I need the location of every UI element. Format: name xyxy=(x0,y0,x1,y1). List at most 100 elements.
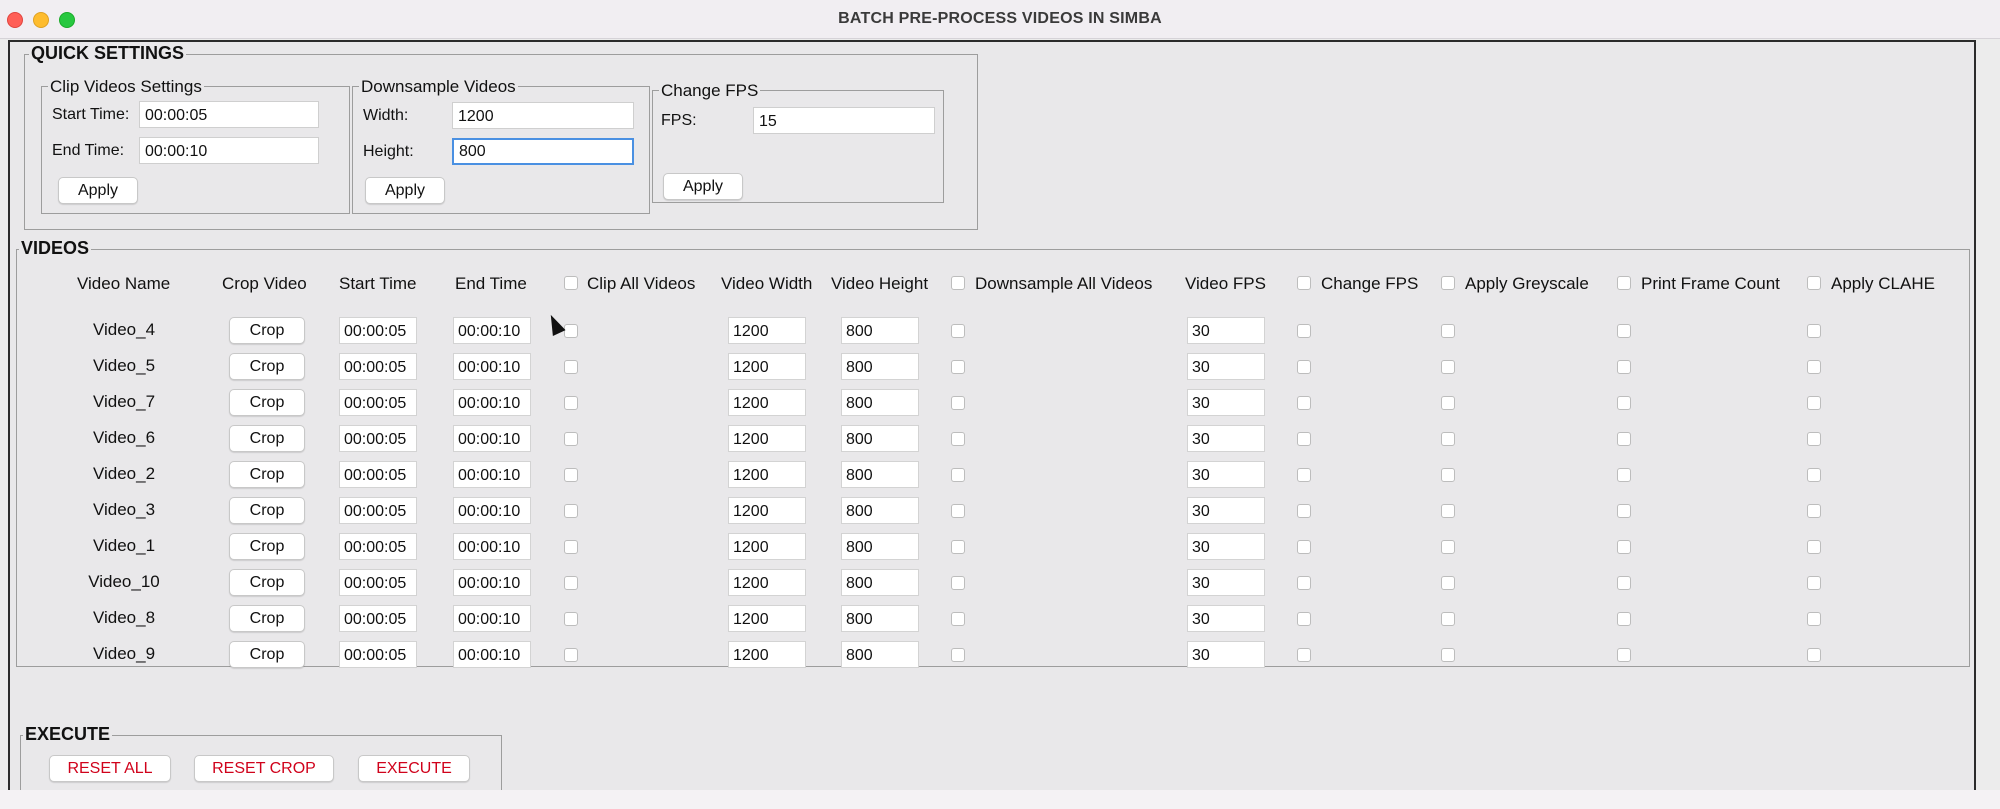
apply-greyscale-checkbox[interactable] xyxy=(1441,360,1455,374)
video-width-input[interactable]: 1200 xyxy=(728,533,806,560)
start-time-input[interactable]: 00:00:05 xyxy=(339,569,417,596)
apply-clahe-checkbox[interactable] xyxy=(1807,576,1821,590)
apply-clahe-checkbox[interactable] xyxy=(1807,648,1821,662)
apply-greyscale-checkbox[interactable] xyxy=(1441,468,1455,482)
apply-clahe-checkbox[interactable] xyxy=(1807,540,1821,554)
video-fps-input[interactable]: 30 xyxy=(1187,641,1265,668)
clip-checkbox[interactable] xyxy=(564,540,578,554)
clip-checkbox[interactable] xyxy=(564,648,578,662)
fps-apply-button[interactable]: Apply xyxy=(663,173,743,200)
apply-greyscale-checkbox[interactable] xyxy=(1441,540,1455,554)
start-time-input[interactable]: 00:00:05 xyxy=(339,641,417,668)
change-fps-checkbox[interactable] xyxy=(1297,612,1311,626)
print-frame-count-checkbox[interactable] xyxy=(1617,360,1631,374)
start-time-input[interactable]: 00:00:05 xyxy=(339,353,417,380)
change-fps-checkbox[interactable] xyxy=(1297,468,1311,482)
video-width-input[interactable]: 1200 xyxy=(728,605,806,632)
video-fps-input[interactable]: 30 xyxy=(1187,353,1265,380)
fps-input[interactable]: 15 xyxy=(753,107,935,134)
apply-clahe-checkbox[interactable] xyxy=(1807,396,1821,410)
change-fps-checkbox[interactable] xyxy=(1297,648,1311,662)
end-time-input[interactable]: 00:00:10 xyxy=(453,461,531,488)
video-height-input[interactable]: 800 xyxy=(841,641,919,668)
apply-greyscale-checkbox[interactable] xyxy=(1441,648,1455,662)
video-height-input[interactable]: 800 xyxy=(841,533,919,560)
video-fps-input[interactable]: 30 xyxy=(1187,389,1265,416)
print-frame-count-checkbox[interactable] xyxy=(1617,648,1631,662)
downsample-checkbox[interactable] xyxy=(951,360,965,374)
video-fps-input[interactable]: 30 xyxy=(1187,317,1265,344)
video-fps-input[interactable]: 30 xyxy=(1187,461,1265,488)
end-time-input[interactable]: 00:00:10 xyxy=(453,605,531,632)
apply-clahe-all-checkbox[interactable] xyxy=(1807,276,1821,290)
downsample-height-input[interactable]: 800 xyxy=(452,138,634,165)
video-height-input[interactable]: 800 xyxy=(841,461,919,488)
video-fps-input[interactable]: 30 xyxy=(1187,425,1265,452)
start-time-input[interactable]: 00:00:05 xyxy=(339,497,417,524)
end-time-input[interactable]: 00:00:10 xyxy=(453,497,531,524)
apply-clahe-checkbox[interactable] xyxy=(1807,432,1821,446)
downsample-checkbox[interactable] xyxy=(951,576,965,590)
crop-button[interactable]: Crop xyxy=(229,533,305,560)
clip-apply-button[interactable]: Apply xyxy=(58,177,138,204)
downsample-checkbox[interactable] xyxy=(951,648,965,662)
video-width-input[interactable]: 1200 xyxy=(728,425,806,452)
downsample-checkbox[interactable] xyxy=(951,504,965,518)
print-frame-count-checkbox[interactable] xyxy=(1617,540,1631,554)
apply-greyscale-checkbox[interactable] xyxy=(1441,396,1455,410)
downsample-checkbox[interactable] xyxy=(951,324,965,338)
downsample-checkbox[interactable] xyxy=(951,540,965,554)
apply-greyscale-checkbox[interactable] xyxy=(1441,576,1455,590)
clip-checkbox[interactable] xyxy=(564,504,578,518)
clip-checkbox[interactable] xyxy=(564,612,578,626)
print-frame-count-checkbox[interactable] xyxy=(1617,468,1631,482)
reset-crop-button[interactable]: RESET CROP xyxy=(194,755,334,782)
end-time-input[interactable]: 00:00:10 xyxy=(453,425,531,452)
downsample-all-videos-checkbox[interactable] xyxy=(951,276,965,290)
video-width-input[interactable]: 1200 xyxy=(728,353,806,380)
end-time-input[interactable]: 00:00:10 xyxy=(453,353,531,380)
start-time-input[interactable]: 00:00:05 xyxy=(339,389,417,416)
video-fps-input[interactable]: 30 xyxy=(1187,533,1265,560)
end-time-input[interactable]: 00:00:10 xyxy=(453,569,531,596)
execute-button[interactable]: EXECUTE xyxy=(358,755,470,782)
start-time-input[interactable]: 00:00:05 xyxy=(339,425,417,452)
video-width-input[interactable]: 1200 xyxy=(728,569,806,596)
change-fps-checkbox[interactable] xyxy=(1297,360,1311,374)
apply-greyscale-checkbox[interactable] xyxy=(1441,504,1455,518)
video-height-input[interactable]: 800 xyxy=(841,569,919,596)
video-width-input[interactable]: 1200 xyxy=(728,461,806,488)
crop-button[interactable]: Crop xyxy=(229,497,305,524)
apply-greyscale-checkbox[interactable] xyxy=(1441,612,1455,626)
change-fps-checkbox[interactable] xyxy=(1297,396,1311,410)
downsample-checkbox[interactable] xyxy=(951,432,965,446)
video-height-input[interactable]: 800 xyxy=(841,425,919,452)
start-time-input[interactable]: 00:00:05 xyxy=(339,317,417,344)
change-fps-checkbox[interactable] xyxy=(1297,432,1311,446)
crop-button[interactable]: Crop xyxy=(229,605,305,632)
apply-clahe-checkbox[interactable] xyxy=(1807,468,1821,482)
clip-end-input[interactable]: 00:00:10 xyxy=(139,137,319,164)
video-fps-input[interactable]: 30 xyxy=(1187,569,1265,596)
apply-greyscale-all-checkbox[interactable] xyxy=(1441,276,1455,290)
crop-button[interactable]: Crop xyxy=(229,425,305,452)
crop-button[interactable]: Crop xyxy=(229,569,305,596)
apply-clahe-checkbox[interactable] xyxy=(1807,504,1821,518)
video-width-input[interactable]: 1200 xyxy=(728,317,806,344)
video-height-input[interactable]: 800 xyxy=(841,605,919,632)
downsample-checkbox[interactable] xyxy=(951,468,965,482)
change-fps-checkbox[interactable] xyxy=(1297,540,1311,554)
print-frame-count-checkbox[interactable] xyxy=(1617,396,1631,410)
video-height-input[interactable]: 800 xyxy=(841,389,919,416)
reset-all-button[interactable]: RESET ALL xyxy=(49,755,171,782)
downsample-checkbox[interactable] xyxy=(951,396,965,410)
apply-clahe-checkbox[interactable] xyxy=(1807,324,1821,338)
apply-clahe-checkbox[interactable] xyxy=(1807,360,1821,374)
video-width-input[interactable]: 1200 xyxy=(728,389,806,416)
end-time-input[interactable]: 00:00:10 xyxy=(453,641,531,668)
video-width-input[interactable]: 1200 xyxy=(728,497,806,524)
apply-greyscale-checkbox[interactable] xyxy=(1441,324,1455,338)
video-height-input[interactable]: 800 xyxy=(841,353,919,380)
crop-button[interactable]: Crop xyxy=(229,461,305,488)
start-time-input[interactable]: 00:00:05 xyxy=(339,533,417,560)
